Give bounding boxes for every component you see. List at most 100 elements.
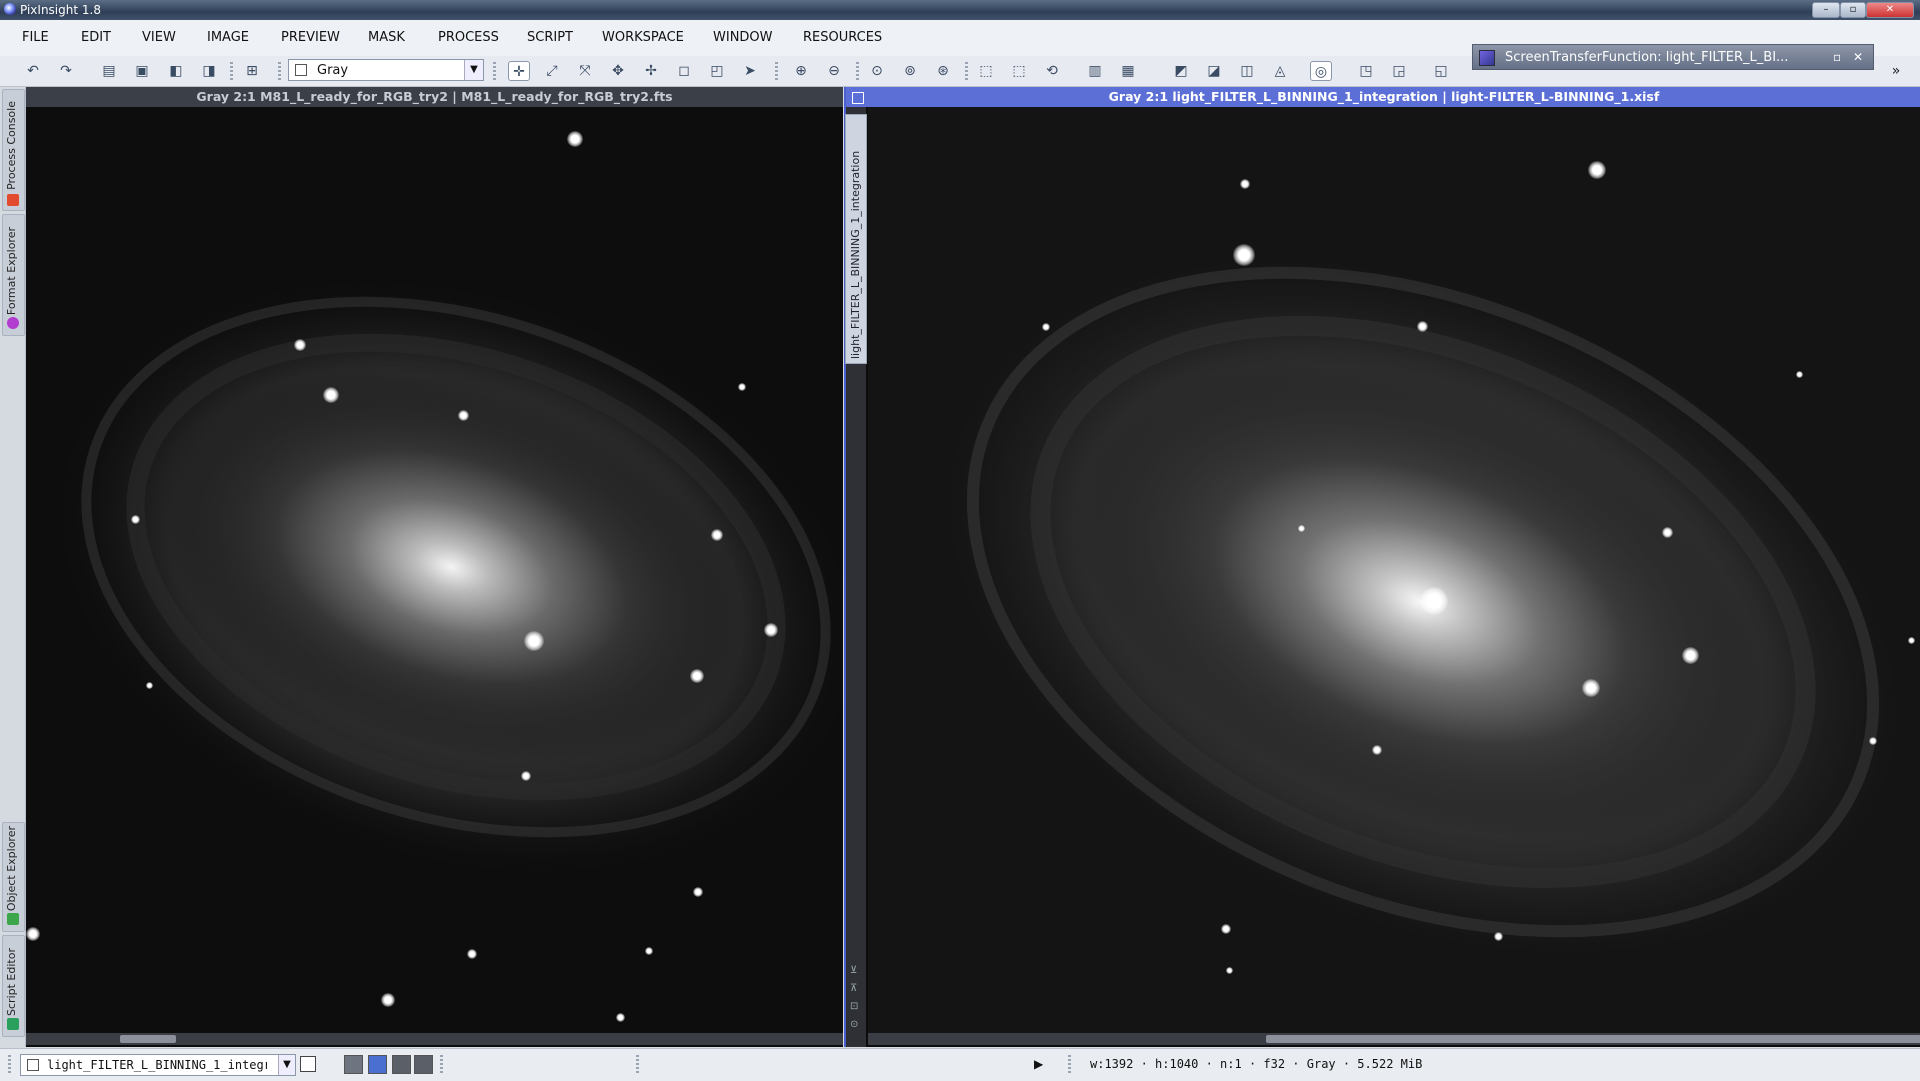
menu-mask[interactable]: MASK (368, 30, 405, 45)
toolbar-grip[interactable] (636, 1055, 639, 1075)
open-icon[interactable]: ▤ (98, 61, 120, 81)
zoom-out-icon[interactable]: ⊖ (823, 61, 845, 81)
star (1372, 745, 1382, 755)
star (1908, 637, 1915, 644)
toolbar-overflow-icon[interactable]: » (1885, 61, 1907, 81)
undo-icon[interactable]: ↶ (22, 61, 44, 81)
toolbar-grip[interactable] (856, 62, 859, 82)
image-window-left[interactable]: Gray 2:1 M81_L_ready_for_RGB_try2 | M81_… (26, 87, 843, 1047)
menu-window[interactable]: WINDOW (713, 30, 773, 45)
toolbar-grip[interactable] (440, 1055, 443, 1075)
close-view-icon[interactable]: ◨ (198, 61, 220, 81)
fit-window-icon[interactable]: ⬚ (975, 61, 997, 81)
chevron-down-icon[interactable]: ▼ (464, 60, 483, 80)
image-canvas-right[interactable] (868, 107, 1920, 1033)
view-tool-icon[interactable]: ⊡ (850, 1001, 858, 1012)
menu-image[interactable]: IMAGE (207, 30, 249, 45)
menu-process[interactable]: PROCESS (438, 30, 499, 45)
auto-stf-icon[interactable]: ◱ (1430, 61, 1452, 81)
duplicate-icon[interactable]: ◧ (165, 61, 187, 81)
view-tool-icon[interactable]: ⊙ (850, 1019, 858, 1030)
horizontal-scrollbar-right[interactable] (868, 1033, 1920, 1045)
fit-view-icon[interactable]: ⤧ (574, 61, 596, 81)
view-title-right[interactable]: Gray 2:1 light_FILTER_L_BINNING_1_integr… (846, 87, 1920, 107)
scrollbar-thumb[interactable] (120, 1035, 176, 1043)
tab-format-explorer[interactable]: Format Explorer (2, 214, 25, 336)
readout-mode-icon[interactable]: ✛ (508, 61, 530, 81)
stf-window[interactable]: ScreenTransferFunction: light_FILTER_L_B… (1472, 44, 1874, 70)
galaxy-image-right (925, 244, 1920, 970)
menu-view[interactable]: VIEW (142, 30, 176, 45)
view-toggle-icon[interactable] (300, 1056, 316, 1072)
track-view-icon[interactable]: ◳ (1355, 61, 1377, 81)
minimize-button[interactable]: – (1812, 2, 1840, 18)
tab-object-explorer[interactable]: Object Explorer (2, 822, 25, 932)
redo-icon[interactable]: ↷ (55, 61, 77, 81)
menu-script[interactable]: SCRIPT (527, 30, 573, 45)
tab-label: Object Explorer (5, 825, 18, 911)
play-icon[interactable]: ▶ (1034, 1057, 1043, 1071)
toolbar-grip[interactable] (775, 62, 778, 82)
link-icon[interactable]: ◲ (1388, 61, 1410, 81)
channel-2-button[interactable] (392, 1055, 411, 1074)
menu-preview[interactable]: PREVIEW (281, 30, 340, 45)
mask-invert-icon[interactable]: ◫ (1236, 61, 1258, 81)
save-icon[interactable]: ▣ (131, 61, 153, 81)
maximize-button[interactable]: ▫ (1840, 2, 1866, 18)
view-menu-icon[interactable] (852, 92, 864, 104)
zoom-mode-icon[interactable]: ⤢ (541, 61, 563, 81)
new-image-icon[interactable]: ⊞ (241, 61, 263, 81)
menu-resources[interactable]: RESOURCES (803, 30, 882, 45)
toolbar-grip[interactable] (965, 62, 968, 82)
image-window-right[interactable]: Gray 2:1 light_FILTER_L_BINNING_1_integr… (844, 87, 1920, 1047)
edit-preview-icon[interactable]: ◻ (673, 61, 695, 81)
zoom-1-1-icon[interactable]: ⊙ (866, 61, 888, 81)
pan-mode-icon[interactable]: ✥ (607, 61, 629, 81)
close-button[interactable]: ✕ (1866, 2, 1914, 18)
channel-gray-button[interactable] (368, 1055, 387, 1074)
toolbar-grip[interactable] (230, 62, 233, 82)
star (381, 993, 395, 1007)
restore-icon[interactable]: ▫ (1833, 50, 1841, 64)
tab-process-console[interactable]: Process Console (2, 89, 25, 211)
image-canvas-left[interactable] (26, 107, 843, 1033)
view-tool-icon[interactable]: ⊼ (850, 983, 857, 994)
star (1226, 967, 1233, 974)
menu-file[interactable]: FILE (22, 30, 49, 45)
new-preview-icon[interactable]: ◰ (706, 61, 728, 81)
toolbar-grip[interactable] (278, 62, 281, 82)
menu-workspace[interactable]: WORKSPACE (602, 30, 684, 45)
mask-icon[interactable]: ◩ (1170, 61, 1192, 81)
stf-active-icon[interactable]: ◎ (1310, 61, 1332, 81)
toolbar-grip[interactable] (8, 1055, 11, 1075)
select-icon[interactable]: ➤ (739, 61, 761, 81)
mask-color-icon[interactable]: ◬ (1269, 61, 1291, 81)
center-icon[interactable]: ✢ (640, 61, 662, 81)
horizontal-scrollbar-left[interactable] (26, 1033, 843, 1045)
rotate-icon[interactable]: ⟲ (1041, 61, 1063, 81)
view-tool-icon[interactable]: ⊻ (850, 965, 857, 976)
star (738, 383, 746, 391)
mask-show-icon[interactable]: ◪ (1203, 61, 1225, 81)
stretch-icon[interactable]: ▦ (1117, 61, 1139, 81)
zoom-in-icon[interactable]: ⊕ (790, 61, 812, 81)
color-mode-select[interactable]: Gray ▼ (288, 59, 484, 81)
view-side-tab[interactable]: light_FILTER_L_BINNING_1_integration (845, 114, 867, 364)
scrollbar-thumb[interactable] (1266, 1035, 1920, 1043)
toolbar-grip[interactable] (493, 62, 496, 82)
channel-3-button[interactable] (414, 1055, 433, 1074)
channel-rgb-button[interactable] (344, 1055, 363, 1074)
menu-edit[interactable]: EDIT (81, 30, 111, 45)
toolbar-grip[interactable] (1068, 1055, 1071, 1075)
star (131, 515, 140, 524)
view-selector[interactable]: light_FILTER_L_BINNING_1_integr ▼ (20, 1054, 296, 1076)
zoom-fit-icon[interactable]: ⊚ (899, 61, 921, 81)
display-icon[interactable]: ▥ (1084, 61, 1106, 81)
close-icon[interactable]: ✕ (1853, 50, 1863, 64)
view-title-left[interactable]: Gray 2:1 M81_L_ready_for_RGB_try2 | M81_… (26, 87, 843, 107)
tab-script-editor[interactable]: Script Editor (2, 935, 25, 1037)
fit-all-icon[interactable]: ⬚ (1008, 61, 1030, 81)
chevron-down-icon[interactable]: ▼ (278, 1055, 295, 1075)
zoom-optimal-icon[interactable]: ⊛ (932, 61, 954, 81)
tab-label: Format Explorer (5, 226, 18, 315)
